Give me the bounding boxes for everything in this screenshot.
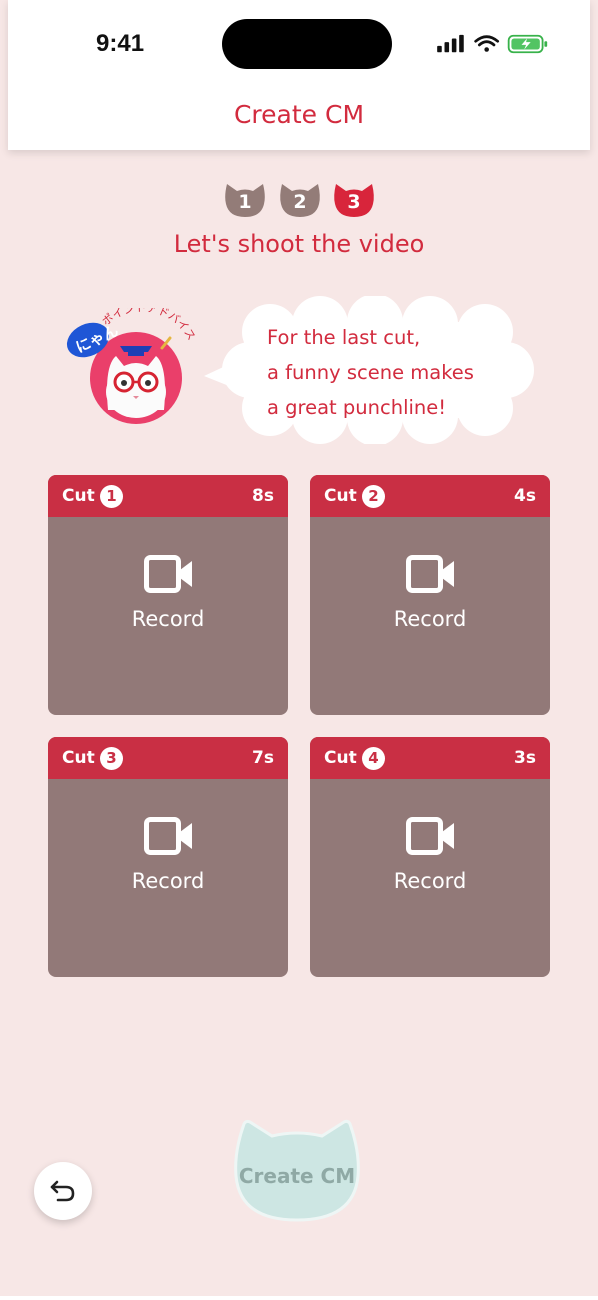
undo-arrow-icon <box>50 1180 75 1202</box>
cut-card-header: Cut 2 4s <box>310 475 550 517</box>
step-number: 3 <box>347 191 361 213</box>
home-indicator-bar <box>0 1296 598 1300</box>
cut-card-2[interactable]: Cut 2 4s Record <box>310 475 550 715</box>
record-button[interactable]: Record <box>48 517 288 715</box>
record-button[interactable]: Record <box>310 517 550 715</box>
status-time: 9:41 <box>96 30 145 57</box>
cut-duration: 8s <box>252 486 274 506</box>
cut-number-badge: 2 <box>362 485 385 508</box>
cut-label: Cut <box>324 748 357 768</box>
wifi-icon <box>474 35 500 52</box>
advice-line: For the last cut, <box>267 326 421 349</box>
cut-card-3[interactable]: Cut 3 7s Record <box>48 737 288 977</box>
page-heading: Let's shoot the video <box>173 230 425 258</box>
cut-number-badge: 3 <box>100 747 123 770</box>
step-indicator: 1 2 3 <box>224 182 376 218</box>
advice-text: For the last cut, a funny scene makes a … <box>267 320 474 425</box>
advice-line: a great punchline! <box>267 396 447 419</box>
cut-duration: 3s <box>514 748 536 768</box>
signal-icon <box>437 34 464 53</box>
dynamic-island <box>222 19 392 69</box>
video-camera-icon <box>144 817 192 855</box>
record-button[interactable]: Record <box>48 779 288 977</box>
cut-card-header: Cut 1 8s <box>48 475 288 517</box>
cut-card-1[interactable]: Cut 1 8s Record <box>48 475 288 715</box>
cut-card-header: Cut 4 3s <box>310 737 550 779</box>
video-camera-icon <box>406 555 454 593</box>
cut-label: Cut <box>62 486 95 506</box>
cut-duration: 4s <box>514 486 536 506</box>
record-label: Record <box>131 607 205 631</box>
record-label: Record <box>393 607 467 631</box>
step-number: 2 <box>293 191 307 213</box>
cut-number-badge: 4 <box>362 747 385 770</box>
header-title: Create CM <box>233 100 365 129</box>
record-button[interactable]: Record <box>310 779 550 977</box>
cut-card-header: Cut 3 7s <box>48 737 288 779</box>
cut-card-4[interactable]: Cut 4 3s Record <box>310 737 550 977</box>
create-cm-label: Create CM <box>238 1164 356 1188</box>
cut-label: Cut <box>62 748 95 768</box>
cat-professor-mascot: にゃん ポイントアドバイス <box>66 308 198 424</box>
status-icons <box>437 34 548 54</box>
cut-label: Cut <box>324 486 357 506</box>
step-number: 1 <box>238 191 252 213</box>
cut-duration: 7s <box>252 748 274 768</box>
step-2: 2 <box>279 182 321 218</box>
step-1: 1 <box>224 182 266 218</box>
advice-line: a funny scene makes <box>267 361 474 384</box>
cut-number-badge: 1 <box>100 485 123 508</box>
create-cm-button[interactable]: Create CM <box>230 1118 364 1224</box>
step-3: 3 <box>333 182 375 218</box>
video-camera-icon <box>144 555 192 593</box>
record-label: Record <box>393 869 467 893</box>
record-label: Record <box>131 869 205 893</box>
battery-icon <box>507 34 548 54</box>
app-header: 9:41 Create CM <box>8 0 590 150</box>
video-camera-icon <box>406 817 454 855</box>
back-button[interactable] <box>34 1162 92 1220</box>
